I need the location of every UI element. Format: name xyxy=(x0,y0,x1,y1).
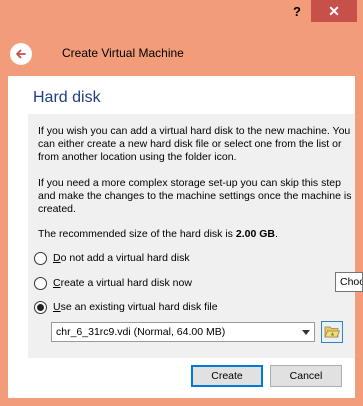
close-button[interactable]: ✕ xyxy=(311,0,357,22)
create-button[interactable]: Create xyxy=(191,365,263,387)
radio-label-text: o not add a virtual hard disk xyxy=(60,252,190,264)
disk-file-select[interactable]: chr_6_31rc9.vdi (Normal, 64.00 MB) xyxy=(51,322,315,342)
create-vm-dialog: ? ✕ Create Virtual Machine Hard disk If … xyxy=(0,0,363,406)
radio-no-disk[interactable]: Do not add a virtual hard disk xyxy=(34,250,190,266)
help-button[interactable]: ? xyxy=(283,0,311,22)
back-button[interactable] xyxy=(10,43,32,65)
wizard-title: Create Virtual Machine xyxy=(62,46,184,60)
radio-label-mnemonic: U xyxy=(53,301,61,313)
radio-label-text: se an existing virtual hard disk file xyxy=(60,301,218,313)
radio-button[interactable] xyxy=(34,300,47,314)
radio-label-text: reate a virtual hard disk now xyxy=(60,277,192,289)
radio-label: Create a virtual hard disk now xyxy=(53,277,192,289)
recommended-size-prefix: The recommended size of the hard disk is xyxy=(38,228,236,240)
wizard-header: Create Virtual Machine xyxy=(0,30,363,76)
intro-text: If you wish you can add a virtual hard d… xyxy=(38,125,351,163)
radio-label-mnemonic: D xyxy=(53,252,61,264)
back-arrow-icon xyxy=(16,49,26,59)
choose-disk-button[interactable] xyxy=(321,321,343,343)
page-title: Hard disk xyxy=(33,89,101,106)
radio-label: Do not add a virtual hard disk xyxy=(53,252,190,264)
folder-open-icon xyxy=(324,326,340,338)
radio-button[interactable] xyxy=(34,251,47,265)
chevron-down-icon[interactable] xyxy=(298,329,314,335)
cancel-button[interactable]: Cancel xyxy=(270,365,342,387)
radio-label: Use an existing virtual hard disk file xyxy=(53,301,218,313)
radio-use-existing-disk[interactable]: Use an existing virtual hard disk file xyxy=(34,299,218,315)
radio-create-disk[interactable]: Create a virtual hard disk now xyxy=(34,275,192,291)
storage-hint-text: If you need a more complex storage set-u… xyxy=(38,177,352,215)
hard-disk-panel: If you wish you can add a virtual hard d… xyxy=(28,114,355,358)
wizard-content: Hard disk If you wish you can add a virt… xyxy=(8,76,355,398)
recommended-size-suffix: . xyxy=(274,228,278,240)
radio-button[interactable] xyxy=(34,276,47,290)
choose-tooltip: Choose xyxy=(335,272,363,292)
recommended-size-text: The recommended size of the hard disk is… xyxy=(38,228,358,241)
recommended-size-value: 2.00 GB xyxy=(235,228,275,240)
radio-label-mnemonic: C xyxy=(53,277,61,289)
disk-file-value: chr_6_31rc9.vdi (Normal, 64.00 MB) xyxy=(56,326,226,338)
